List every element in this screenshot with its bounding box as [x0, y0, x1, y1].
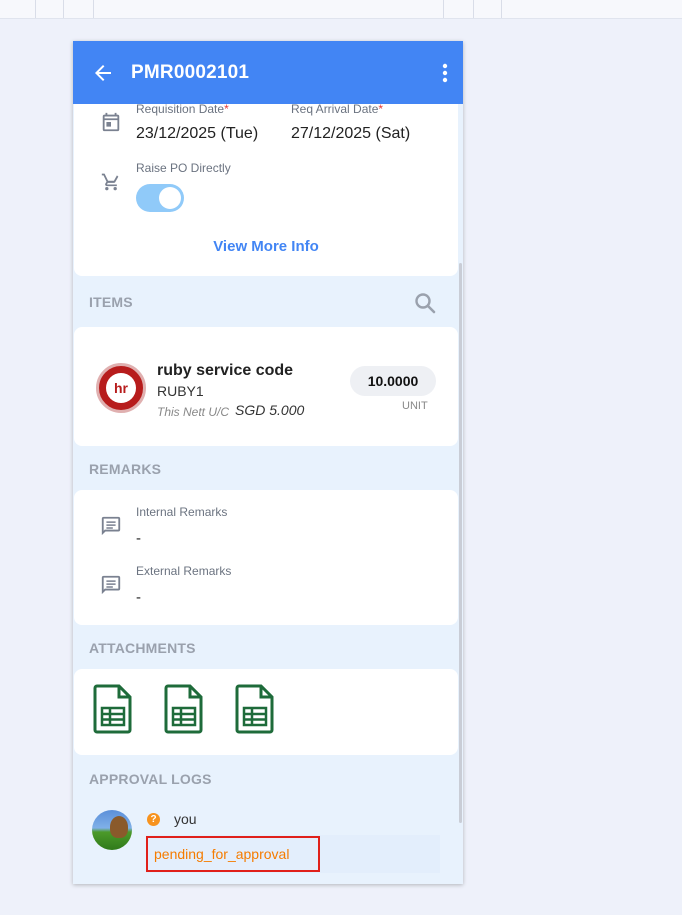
requisition-date-label: Requisition Date*	[136, 102, 229, 116]
raise-po-toggle[interactable]	[136, 184, 184, 212]
internal-remarks-label: Internal Remarks	[136, 505, 228, 519]
raise-po-label: Raise PO Directly	[136, 161, 231, 175]
item-quantity[interactable]: 10.0000	[350, 366, 436, 396]
cart-icon	[101, 173, 119, 191]
external-remarks-label: External Remarks	[136, 564, 232, 578]
item-code: RUBY1	[157, 383, 204, 399]
items-section-title: ITEMS	[89, 294, 133, 310]
back-arrow-icon[interactable]	[91, 61, 115, 85]
scrollbar-thumb[interactable]	[459, 263, 462, 823]
spreadsheet-file-icon[interactable]	[235, 684, 275, 734]
req-arrival-date-value[interactable]: 27/12/2025 (Sat)	[291, 125, 410, 143]
search-icon[interactable]	[413, 291, 437, 315]
top-toolbar-strip	[0, 0, 682, 19]
item-unit: UNIT	[402, 400, 428, 412]
remarks-section-title: REMARKS	[89, 461, 162, 477]
comment-icon	[101, 516, 121, 536]
more-vert-icon[interactable]	[433, 61, 457, 85]
external-remarks-value[interactable]: -	[136, 589, 141, 606]
item-logo: hr	[96, 363, 146, 413]
highlight-outline	[146, 836, 320, 872]
view-more-info-link[interactable]: View More Info	[73, 238, 459, 255]
toggle-knob	[159, 187, 181, 209]
spreadsheet-file-icon[interactable]	[164, 684, 204, 734]
avatar	[92, 810, 132, 850]
approval-logs-section-title: APPROVAL LOGS	[89, 771, 212, 787]
calendar-icon	[102, 112, 120, 132]
req-arrival-date-label: Req Arrival Date*	[291, 102, 384, 116]
page-title: PMR0002101	[131, 62, 250, 83]
comment-icon	[101, 575, 121, 595]
approval-user: you	[174, 811, 197, 827]
app-bar: PMR0002101	[73, 41, 463, 104]
attachments-section-title: ATTACHMENTS	[89, 640, 196, 656]
item-price-label: This Nett U/C	[157, 405, 230, 419]
question-badge-icon: ?	[147, 813, 160, 826]
spreadsheet-file-icon[interactable]	[93, 684, 133, 734]
mobile-app-frame: PMR0002101 Requisition Date* Req Arrival…	[73, 41, 463, 884]
requisition-date-value[interactable]: 23/12/2025 (Tue)	[136, 125, 258, 143]
remarks-card	[74, 490, 458, 625]
item-name: ruby service code	[157, 362, 294, 379]
internal-remarks-value[interactable]: -	[136, 530, 141, 547]
item-price-value: SGD 5.000	[235, 402, 305, 418]
